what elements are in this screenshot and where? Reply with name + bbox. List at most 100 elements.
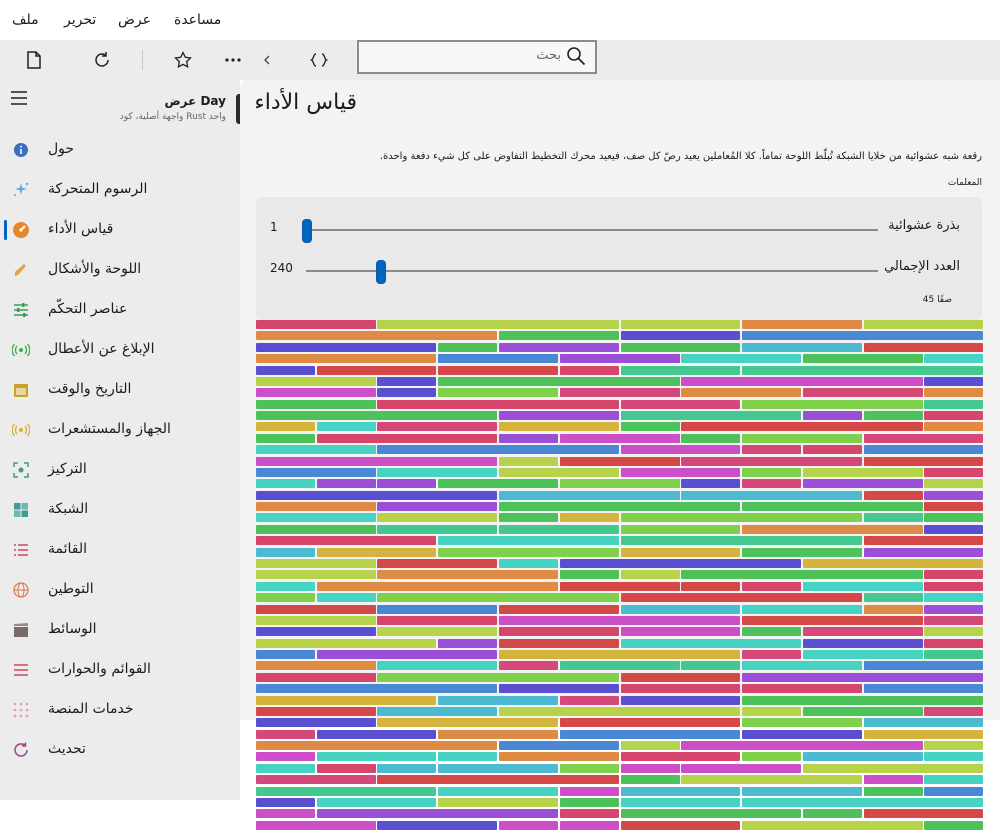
sidebar-item-12[interactable]: الوسائط <box>0 610 240 650</box>
list-icon <box>14 544 28 556</box>
more-button[interactable] <box>217 44 249 76</box>
params-label: المعلمات <box>947 178 982 188</box>
grid-cell <box>560 809 619 819</box>
grid-cell <box>317 752 436 762</box>
sidebar-item-label: الشبكة <box>48 501 89 517</box>
seed-value: 1 <box>270 220 278 234</box>
sidebar-item-0[interactable]: حول <box>0 130 240 170</box>
grid-cell <box>742 752 801 762</box>
grid-cell <box>560 797 619 807</box>
count-slider-thumb[interactable] <box>376 260 387 284</box>
grid-cell <box>742 786 862 796</box>
sidebar-item-label: تحديث <box>48 741 86 757</box>
sidebar-item-8[interactable]: التركيز <box>0 450 240 490</box>
grid-cell <box>803 763 983 773</box>
count-label: العدد الإجمالي <box>884 259 960 274</box>
search-input[interactable] <box>369 47 563 64</box>
new-document-button[interactable] <box>18 44 50 76</box>
grid-cell <box>377 763 436 773</box>
grid-cell <box>621 741 680 751</box>
sidebar-item-label: الرسوم المتحركة <box>48 181 148 197</box>
grid-cell <box>924 752 983 762</box>
sidebar-item-9[interactable]: الشبكة <box>0 490 240 530</box>
grid-cell <box>864 775 923 785</box>
seed-slider[interactable] <box>306 229 878 231</box>
page-title: قياس الأداء <box>254 90 357 115</box>
menu-help[interactable]: مساعدة <box>174 12 221 28</box>
sidebar-item-6[interactable]: التاريخ والوقت <box>0 370 240 410</box>
calendar-icon <box>14 384 28 397</box>
sidebar-item-14[interactable]: خدمات المنصة <box>0 690 240 730</box>
grid-cell <box>864 729 983 739</box>
grid-cell <box>256 763 315 773</box>
search-box[interactable] <box>357 40 597 74</box>
signal-icon <box>12 423 30 437</box>
sidebar-item-label: الإبلاغ عن الأعطال <box>48 341 155 357</box>
grid-cell <box>924 741 983 751</box>
grid-cell <box>377 820 497 830</box>
grid-cell <box>864 809 983 819</box>
seed-slider-thumb[interactable] <box>302 219 312 243</box>
app-title: عرض Day <box>164 94 226 108</box>
menu-file[interactable]: ملف <box>12 12 39 28</box>
grid-cell <box>256 797 315 807</box>
sidebar-item-11[interactable]: التوطين <box>0 570 240 610</box>
app-subtitle: واجهة أصلية، كود Rust واحد <box>119 112 226 122</box>
seed-label: بذرة عشوائية <box>888 218 960 233</box>
sidebar-item-13[interactable]: القوائم والحوارات <box>0 650 240 690</box>
grid-cell <box>377 775 619 785</box>
count-slider[interactable] <box>306 270 878 272</box>
sidebar-item-label: التركيز <box>48 461 87 477</box>
menu-edit[interactable]: تحرير <box>64 12 96 28</box>
sidebar-item-2[interactable]: قياس الأداء <box>0 210 240 250</box>
sidebar-item-5[interactable]: الإبلاغ عن الأعطال <box>0 330 240 370</box>
grid-cell <box>560 763 619 773</box>
star-icon <box>174 51 192 68</box>
sidebar-item-1[interactable]: الرسوم المتحركة <box>0 170 240 210</box>
grid-cell <box>560 729 740 739</box>
grid-cell <box>924 775 983 785</box>
chevron-button[interactable] <box>251 44 283 76</box>
document-icon <box>27 51 41 69</box>
globe-icon <box>13 582 29 598</box>
grid-cell <box>621 775 680 785</box>
code-button[interactable] <box>303 44 335 76</box>
grid-cell <box>803 809 862 819</box>
sidebar-item-7[interactable]: الجهاز والمستشعرات <box>0 410 240 450</box>
grid-cell <box>317 797 436 807</box>
grid-cell <box>560 820 619 830</box>
favorite-button[interactable] <box>167 44 199 76</box>
grid-cell <box>499 820 558 830</box>
grid-cell <box>256 809 315 819</box>
gauge-icon <box>13 222 29 238</box>
menu-view[interactable]: عرض <box>118 12 151 28</box>
braces-icon <box>310 53 328 67</box>
dots-grid-icon <box>13 702 29 718</box>
sidebar-item-3[interactable]: اللوحة والأشكال <box>0 250 240 290</box>
grid-cell <box>621 809 801 819</box>
info-icon <box>14 143 28 157</box>
grid-cell <box>256 741 497 751</box>
grid-cell <box>256 775 376 785</box>
sidebar-item-10[interactable]: القائمة <box>0 530 240 570</box>
menu-lines-icon <box>14 664 28 676</box>
search-icon[interactable] <box>566 46 586 66</box>
rows-count: 45 صفًا <box>922 295 952 305</box>
reload-button[interactable] <box>86 44 118 76</box>
grid-cell <box>317 763 376 773</box>
sidebar-item-15[interactable]: تحديث <box>0 730 240 770</box>
focus-icon <box>13 462 29 478</box>
menu-bar: ملف تحرير عرض مساعدة <box>0 0 1000 40</box>
grid-cell <box>864 786 923 796</box>
sliders-icon <box>14 303 28 317</box>
grid-cell <box>438 729 558 739</box>
toolbar <box>0 40 1000 80</box>
grid-cell <box>256 786 436 796</box>
grid-cell <box>256 729 315 739</box>
grid-cell <box>256 820 376 830</box>
grid-cell <box>499 741 619 751</box>
sidebar-item-4[interactable]: عناصر التحكّم <box>0 290 240 330</box>
grid-cell <box>681 775 862 785</box>
grid-cell <box>438 786 558 796</box>
grid-cell <box>742 820 923 830</box>
